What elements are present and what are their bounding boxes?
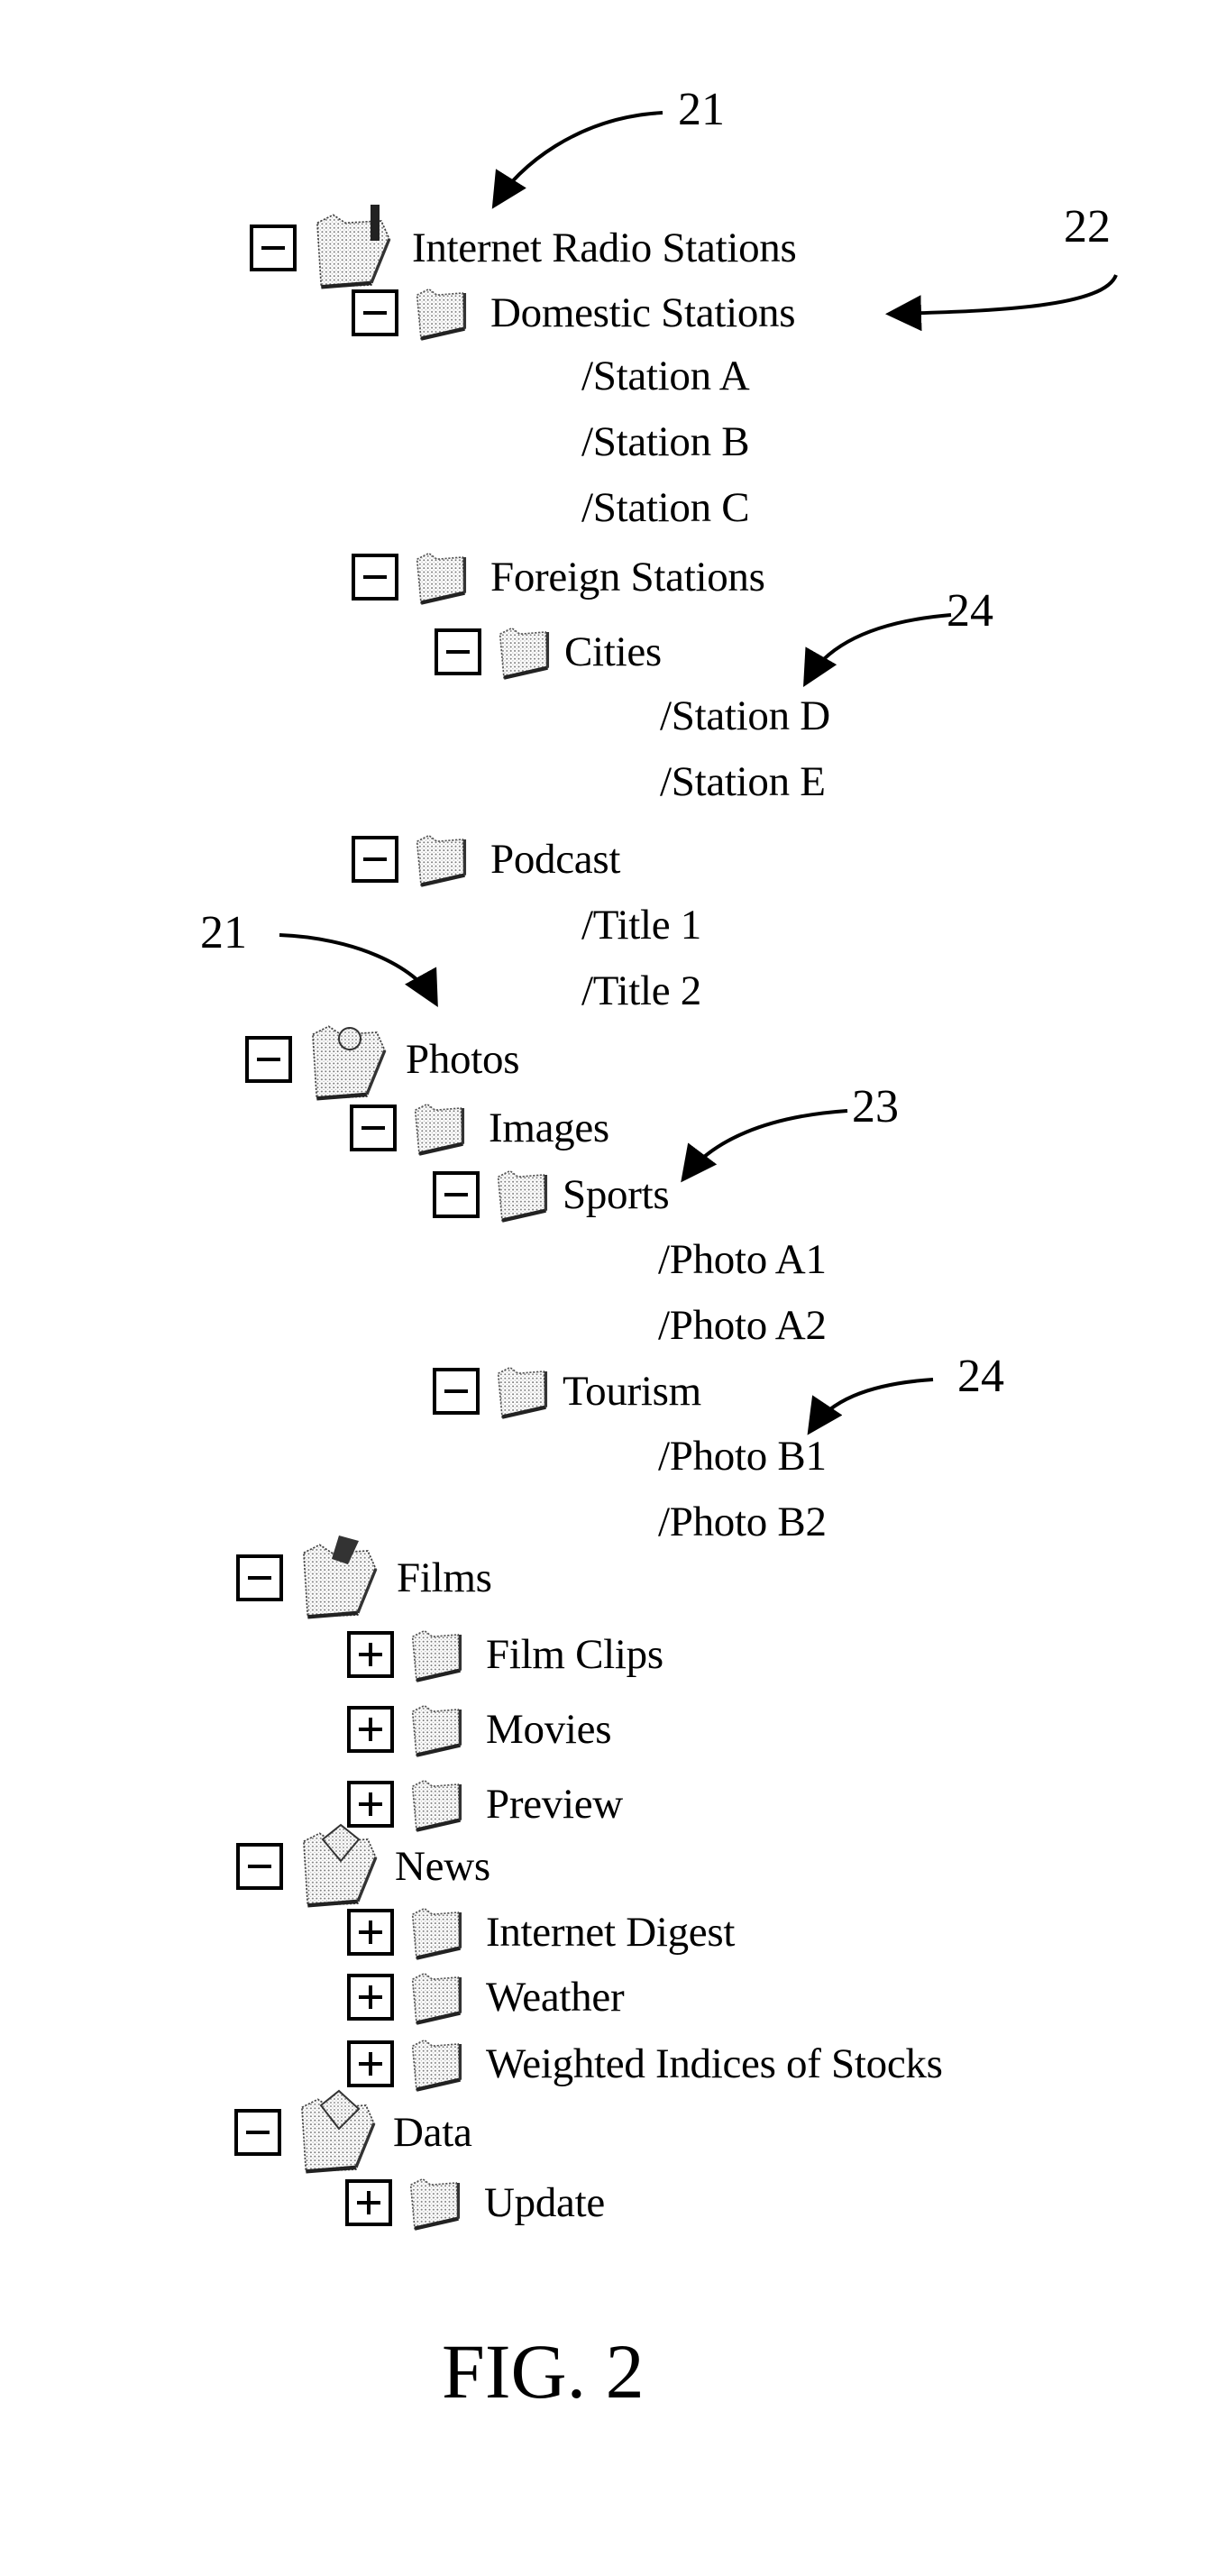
arrow-21-top <box>491 111 663 209</box>
tree-node-sports[interactable]: Sports <box>433 1163 670 1226</box>
folder-icon <box>411 283 471 343</box>
ref-numeral-22: 22 <box>1064 201 1111 252</box>
ref-numeral-21-top: 21 <box>678 84 725 135</box>
leaf-item-station-a[interactable]: /Station A <box>581 352 750 400</box>
ref-numeral-23: 23 <box>852 1081 899 1132</box>
node-label: Data <box>393 2109 472 2156</box>
collapse-toggle[interactable] <box>245 1036 292 1083</box>
node-label: Weather <box>486 1974 625 2021</box>
folder-icon <box>407 1774 466 1834</box>
arrow-24-top <box>803 613 952 687</box>
folder-icon <box>409 1098 469 1158</box>
expand-toggle[interactable] <box>345 2179 392 2226</box>
tree-node-update[interactable]: Update <box>345 2171 605 2234</box>
folder-icon <box>405 2173 464 2232</box>
folder-icon <box>407 1625 466 1684</box>
arrow-21-photos <box>279 933 438 1008</box>
tree-node-domestic-stations[interactable]: Domestic Stations <box>352 281 796 344</box>
collapse-toggle[interactable] <box>352 836 398 883</box>
data-folder-icon <box>294 2089 384 2177</box>
film-folder-icon <box>296 1536 386 1627</box>
collapse-toggle[interactable] <box>435 628 481 675</box>
tree-node-data[interactable]: Data <box>234 2089 472 2164</box>
node-label: Internet Digest <box>486 1909 736 1956</box>
tree-node-film-clips[interactable]: Film Clips <box>347 1623 663 1686</box>
node-label: Podcast <box>490 836 621 883</box>
ref-numeral-24-top: 24 <box>947 585 993 637</box>
node-label: Film Clips <box>486 1631 663 1678</box>
collapse-toggle[interactable] <box>352 289 398 336</box>
collapse-toggle[interactable] <box>234 2109 281 2156</box>
tree-node-films[interactable]: Films <box>236 1536 492 1609</box>
arrow-23 <box>681 1109 848 1183</box>
tree-node-weighted-indices-of-stocks[interactable]: Weighted Indices of Stocks <box>347 2032 943 2095</box>
collapse-toggle[interactable] <box>236 1843 283 1890</box>
ref-numeral-21-photos: 21 <box>200 907 247 958</box>
collapse-toggle[interactable] <box>350 1105 397 1151</box>
node-label: Preview <box>486 1781 623 1828</box>
folder-icon <box>407 1902 466 1962</box>
expand-toggle[interactable] <box>347 2040 394 2087</box>
folder-icon <box>411 547 471 607</box>
node-label: Images <box>489 1105 609 1151</box>
tree-node-internet-digest[interactable]: Internet Digest <box>347 1901 735 1964</box>
tree-node-preview[interactable]: Preview <box>347 1773 623 1836</box>
collapse-toggle[interactable] <box>433 1368 480 1415</box>
tree-node-foreign-stations[interactable]: Foreign Stations <box>352 545 765 609</box>
node-label: Domestic Stations <box>490 289 796 336</box>
node-label: Films <box>397 1554 492 1601</box>
arrow-22 <box>885 274 1118 332</box>
leaf-item-photo-b2[interactable]: /Photo B2 <box>658 1498 827 1546</box>
folder-icon <box>494 622 554 682</box>
expand-toggle[interactable] <box>347 1631 394 1678</box>
collapse-toggle[interactable] <box>433 1171 480 1218</box>
collapse-toggle[interactable] <box>250 225 297 271</box>
tree-node-podcast[interactable]: Podcast <box>352 828 620 891</box>
leaf-item-station-e[interactable]: /Station E <box>660 757 826 806</box>
node-label: Movies <box>486 1706 612 1753</box>
expand-toggle[interactable] <box>347 1974 394 2021</box>
arrow-24-bottom <box>807 1378 934 1435</box>
news-folder-icon <box>296 1823 386 1911</box>
collapse-toggle[interactable] <box>352 554 398 600</box>
leaf-item-station-c[interactable]: /Station C <box>581 483 750 532</box>
node-label: News <box>395 1843 490 1890</box>
expand-toggle[interactable] <box>347 1909 394 1956</box>
tree-node-tourism[interactable]: Tourism <box>433 1360 701 1423</box>
folder-icon <box>407 1967 466 2027</box>
node-label: Foreign Stations <box>490 554 765 600</box>
leaf-item-title-2[interactable]: /Title 2 <box>581 967 701 1015</box>
tree-node-photos[interactable]: Photos <box>245 1028 520 1091</box>
tree-node-news[interactable]: News <box>236 1823 490 1898</box>
leaf-item-photo-b1[interactable]: /Photo B1 <box>658 1432 827 1481</box>
expand-toggle[interactable] <box>347 1706 394 1753</box>
node-label: Cities <box>564 628 662 675</box>
node-label: Photos <box>406 1036 520 1083</box>
collapse-toggle[interactable] <box>236 1554 283 1601</box>
leaf-item-station-d[interactable]: /Station D <box>660 692 830 740</box>
folder-icon <box>492 1165 552 1224</box>
node-label: Tourism <box>563 1368 701 1415</box>
folder-icon <box>411 830 471 889</box>
leaf-item-photo-a1[interactable]: /Photo A1 <box>658 1235 827 1284</box>
folder-icon <box>407 2034 466 2094</box>
tree-node-cities[interactable]: Cities <box>435 620 662 683</box>
photo-folder-icon <box>305 1010 395 1109</box>
tree-node-movies[interactable]: Movies <box>347 1698 612 1761</box>
leaf-item-title-1[interactable]: /Title 1 <box>581 901 701 949</box>
figure-label: FIG. 2 <box>442 2328 645 2415</box>
tree-node-images[interactable]: Images <box>350 1096 609 1160</box>
leaf-item-photo-a2[interactable]: /Photo A2 <box>658 1301 827 1350</box>
node-label: Weighted Indices of Stocks <box>486 2040 943 2087</box>
folder-icon <box>407 1700 466 1759</box>
leaf-item-station-b[interactable]: /Station B <box>581 417 750 466</box>
tree-node-internet-radio-stations[interactable]: Internet Radio Stations <box>250 205 797 280</box>
radio-folder-icon <box>309 205 399 293</box>
node-label: Update <box>484 2179 605 2226</box>
folder-icon <box>492 1361 552 1421</box>
ref-numeral-24-bottom: 24 <box>957 1351 1004 1402</box>
tree-node-weather[interactable]: Weather <box>347 1966 625 2029</box>
node-label: Internet Radio Stations <box>412 225 797 271</box>
node-label: Sports <box>563 1171 670 1218</box>
